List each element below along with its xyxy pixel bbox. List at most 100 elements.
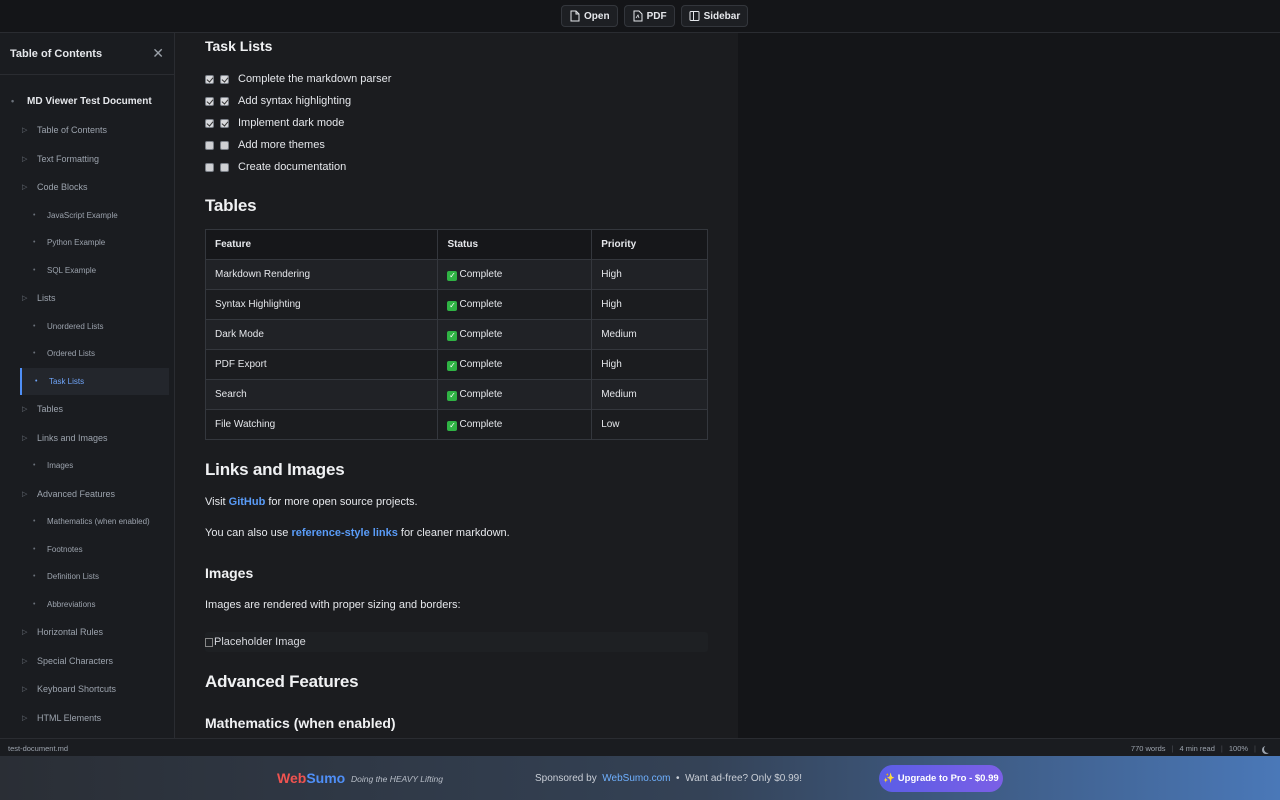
- document-view[interactable]: Task Lists Complete the markdown parser A…: [175, 33, 738, 738]
- status-text: Complete: [459, 418, 503, 430]
- unchecked-checkbox[interactable]: [205, 162, 214, 172]
- read-time: 4 min read: [1179, 744, 1215, 753]
- toc-item-label: Tables: [37, 404, 64, 415]
- toc-item[interactable]: • Abbreviations: [0, 591, 174, 619]
- zoom-level[interactable]: 100%: [1229, 744, 1248, 753]
- toc-item[interactable]: • SQL Example: [0, 257, 174, 285]
- checked-checkbox[interactable]: [220, 74, 229, 84]
- toc-item[interactable]: ▷ Code Blocks: [0, 173, 174, 202]
- toc-item[interactable]: ▷ Links and Images: [0, 424, 174, 453]
- check-mark-icon: ✓: [447, 300, 458, 311]
- status-right: 770 words | 4 min read | 100% |: [1131, 744, 1270, 753]
- unchecked-checkbox[interactable]: [220, 162, 229, 172]
- status-text: Complete: [459, 328, 503, 340]
- visit-paragraph: Visit GitHub for more open source projec…: [205, 496, 418, 508]
- table-row: Syntax Highlighting ✓ Complete High: [204, 289, 708, 320]
- heading-links-images: Links and Images: [205, 460, 345, 479]
- toc-item[interactable]: ▷ Table of Contents: [0, 116, 174, 145]
- toc-item-label: Images: [47, 461, 74, 471]
- bullet-icon: •: [33, 322, 36, 330]
- word-count: 770 words: [1130, 744, 1166, 753]
- task-list: Complete the markdown parser Add syntax h…: [205, 68, 708, 178]
- unchecked-checkbox[interactable]: [220, 140, 229, 150]
- table-cell: ✓ Complete: [437, 349, 593, 380]
- feature-table: Feature Status Priority Markdown Rendering…: [204, 229, 708, 440]
- check-mark-icon: ✓: [447, 390, 458, 401]
- toc-item-label: Footnotes: [47, 544, 83, 554]
- status-bar: test-document.md 770 words | 4 min read …: [0, 738, 1280, 756]
- bullet-icon: •: [33, 211, 36, 219]
- toc-item[interactable]: • MD Viewer Test Document: [0, 86, 174, 116]
- toc-item[interactable]: ▷ Lists: [0, 284, 174, 313]
- table-cell: High: [591, 259, 708, 290]
- toc-item-label: Python Example: [47, 238, 106, 248]
- images-paragraph: Images are rendered with proper sizing a…: [205, 599, 461, 611]
- bullet-icon: •: [35, 377, 38, 385]
- table-cell: Low: [591, 409, 708, 440]
- toc-item[interactable]: • Python Example: [0, 229, 174, 257]
- toc-item[interactable]: • Definition Lists: [0, 563, 174, 591]
- toc-item[interactable]: • Mathematics (when enabled): [0, 508, 174, 536]
- toc-item-label: Links and Images: [37, 432, 108, 443]
- websumo-logo[interactable]: WebSumo: [277, 770, 345, 786]
- reference-link[interactable]: reference-style links: [291, 527, 397, 539]
- table-cell: Syntax Highlighting: [204, 289, 439, 320]
- toc-item[interactable]: ▷ Tables: [0, 395, 174, 424]
- bullet-icon: •: [33, 545, 36, 553]
- task-item: Add syntax highlighting: [205, 90, 708, 112]
- ref-suffix: for cleaner markdown.: [397, 527, 510, 539]
- toc-item[interactable]: ▷ Horizontal Rules: [0, 618, 174, 647]
- toc-item[interactable]: • Task Lists: [20, 367, 169, 395]
- check-mark-icon: ✓: [447, 360, 458, 371]
- unchecked-checkbox[interactable]: [205, 140, 214, 150]
- task-label: Add syntax highlighting: [238, 95, 352, 107]
- heading-mathematics: Mathematics (when enabled): [205, 715, 396, 731]
- toc-item[interactable]: • Images: [0, 452, 174, 480]
- table-cell: Medium: [591, 379, 708, 410]
- status-separator: |: [1220, 744, 1223, 753]
- toc-item[interactable]: • Ordered Lists: [0, 340, 174, 368]
- toc-item[interactable]: • Unordered Lists: [0, 313, 174, 341]
- status-separator: |: [1254, 744, 1256, 753]
- upgrade-button[interactable]: ✨ Upgrade to Pro - $0.99: [879, 765, 1003, 792]
- toc-item[interactable]: ▷ HTML Elements: [0, 704, 174, 733]
- triangle-right-icon: ▷: [22, 686, 28, 694]
- github-link[interactable]: GitHub: [229, 496, 266, 508]
- moon-icon[interactable]: [1264, 745, 1272, 753]
- pdf-button[interactable]: PDF: [623, 5, 675, 27]
- toc-item-label: Advanced Features: [37, 488, 116, 499]
- toc-sidebar: Table of Contents ✕ • MD Viewer Test Docu…: [0, 33, 175, 738]
- checked-checkbox[interactable]: [205, 118, 214, 128]
- task-item: Add more themes: [205, 134, 708, 156]
- task-label: Complete the markdown parser: [238, 73, 392, 85]
- ad-tagline: Doing the HEAVY Lifting: [351, 774, 443, 784]
- broken-image-icon: [205, 637, 213, 647]
- checked-checkbox[interactable]: [205, 74, 214, 84]
- checked-checkbox[interactable]: [205, 96, 214, 106]
- toc-item[interactable]: ▷ Special Characters: [0, 647, 174, 676]
- table-cell: File Watching: [204, 409, 439, 440]
- toc-item-label: Keyboard Shortcuts: [37, 684, 117, 695]
- toc-item[interactable]: • JavaScript Example: [0, 202, 174, 230]
- status-text: Complete: [459, 298, 503, 310]
- checked-checkbox[interactable]: [220, 96, 229, 106]
- table-cell: High: [591, 289, 708, 320]
- toc-item[interactable]: • Footnotes: [0, 536, 174, 564]
- toc-item[interactable]: ▷ Text Formatting: [0, 145, 174, 174]
- toc-item[interactable]: ▷ Keyboard Shortcuts: [0, 675, 174, 704]
- table-cell: ✓ Complete: [437, 289, 593, 320]
- close-icon[interactable]: ✕: [152, 45, 164, 62]
- table-row: Markdown Rendering ✓ Complete High: [204, 259, 708, 290]
- triangle-right-icon: ▷: [22, 490, 28, 498]
- checked-checkbox[interactable]: [220, 118, 229, 128]
- bullet: •: [676, 773, 680, 784]
- sidebar-button[interactable]: Sidebar: [680, 5, 749, 27]
- status-text: Complete: [459, 358, 503, 370]
- task-item: Create documentation: [205, 156, 708, 178]
- toc-item[interactable]: ▷ Advanced Features: [0, 480, 174, 509]
- websumo-link[interactable]: WebSumo.com: [602, 773, 670, 784]
- open-button[interactable]: Open: [561, 5, 618, 27]
- task-label: Implement dark mode: [238, 117, 345, 129]
- table-cell: ✓ Complete: [437, 379, 593, 410]
- table-cell: High: [591, 349, 708, 380]
